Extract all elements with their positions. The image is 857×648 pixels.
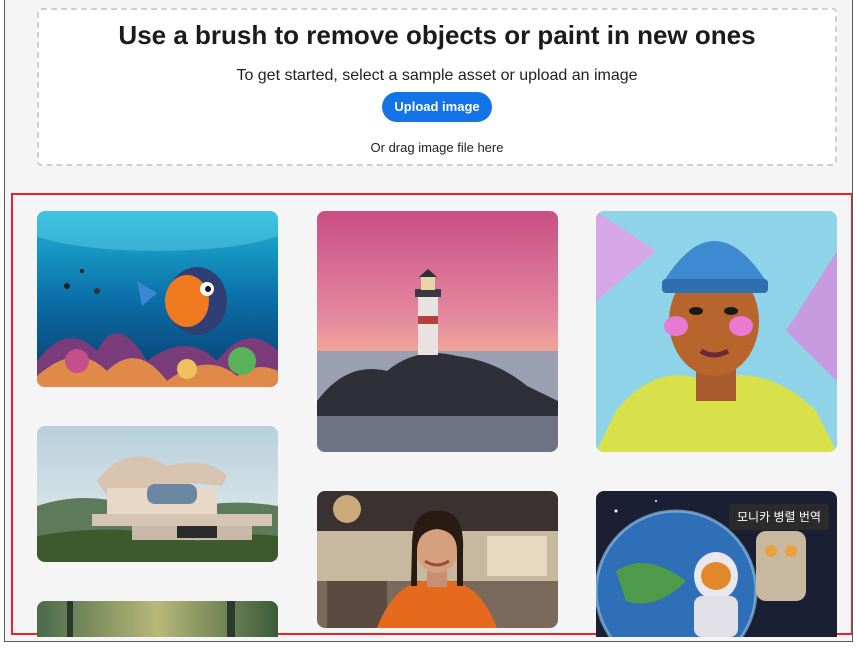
house-image [37,426,278,562]
sample-image-lighthouse[interactable] [317,211,558,452]
drag-hint-text: Or drag image file here [370,140,504,155]
sample-image-woman-cafe[interactable] [317,491,558,628]
page-title: Use a brush to remove objects or paint i… [118,20,756,50]
sample-image-portrait-man[interactable] [596,211,837,452]
woman-image [317,491,558,628]
sample-image-underwater-fish[interactable] [37,211,278,387]
upload-image-button[interactable]: Upload image [382,92,492,122]
fish-image [37,211,278,387]
portrait-image [596,211,837,452]
upload-dropzone[interactable]: Use a brush to remove objects or paint i… [37,8,837,166]
translate-tooltip: 모니카 병렬 번역 [729,504,829,530]
sample-image-forest[interactable] [37,601,278,637]
forest-image [37,601,278,637]
sample-image-modern-house[interactable] [37,426,278,562]
page-subtitle: To get started, select a sample asset or… [236,67,638,84]
app-frame: Use a brush to remove objects or paint i… [4,0,853,642]
lighthouse-image [317,211,558,452]
